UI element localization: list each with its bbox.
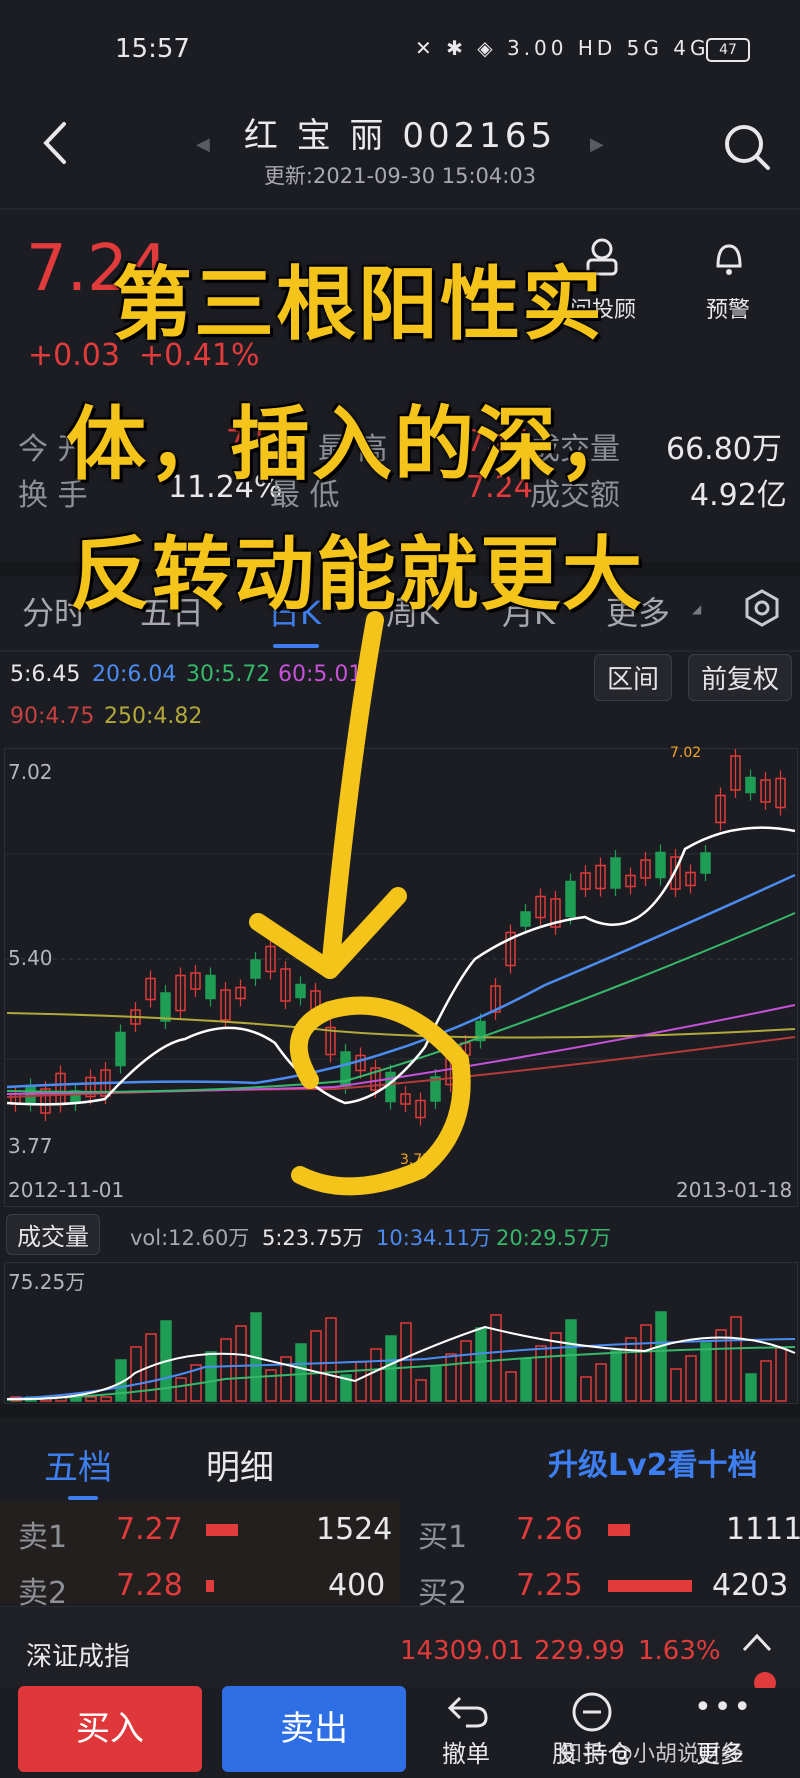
alert-label: 预警 bbox=[706, 298, 751, 323]
search-icon bbox=[725, 125, 770, 170]
bid1-label: 买1 bbox=[418, 1520, 468, 1555]
volume-bar bbox=[595, 1363, 607, 1402]
chevron-up-icon bbox=[742, 1633, 772, 1652]
vol-ma20: 20:29.57万 bbox=[496, 1226, 611, 1250]
volume-bar bbox=[730, 1316, 742, 1402]
volume-bar bbox=[100, 1396, 112, 1402]
cancel-order-button[interactable] bbox=[446, 1690, 490, 1734]
vol-ma10: 10:34.11万 bbox=[376, 1226, 491, 1250]
volume-bar bbox=[520, 1358, 532, 1402]
volume-bar bbox=[610, 1350, 622, 1402]
more-dots-icon[interactable]: ••• bbox=[694, 1690, 753, 1725]
amount-value: 4.92亿 bbox=[690, 478, 787, 513]
alert-button[interactable] bbox=[712, 238, 746, 282]
vol-ma5: 5:23.75万 bbox=[262, 1226, 364, 1250]
ask1-label: 卖1 bbox=[18, 1520, 68, 1555]
volume-bar bbox=[85, 1396, 97, 1402]
volume-bar bbox=[580, 1376, 592, 1402]
overlay-arrow-circle bbox=[249, 611, 471, 1196]
overlay-text-line1: 第三根阳性实 bbox=[112, 258, 604, 351]
divider bbox=[0, 1404, 800, 1418]
page-title: 红 宝 丽 002165 bbox=[243, 116, 557, 156]
overlay-text-line2: 体，插入的深， bbox=[66, 398, 640, 491]
overlay-circle bbox=[289, 996, 471, 1196]
upgrade-link[interactable]: 升级Lv2看十档 bbox=[548, 1440, 758, 1484]
cancel-order-label: 撤单 bbox=[442, 1740, 490, 1768]
divider bbox=[0, 208, 800, 210]
volume-bar bbox=[205, 1351, 217, 1402]
index-name: 深证成指 bbox=[26, 1642, 131, 1672]
holdings-button[interactable] bbox=[570, 1690, 614, 1738]
bid1-price: 7.26 bbox=[516, 1512, 583, 1547]
volume-bar bbox=[430, 1366, 442, 1402]
volume-bar bbox=[325, 1317, 337, 1402]
volume-selector[interactable]: 成交量 bbox=[6, 1214, 100, 1255]
volume-bar bbox=[220, 1338, 232, 1402]
clock: 15:57 bbox=[115, 34, 190, 64]
vol-y-top: 75.25万 bbox=[8, 1270, 86, 1294]
volume-bar bbox=[445, 1353, 457, 1402]
bid2-price: 7.25 bbox=[516, 1568, 583, 1603]
volume-bar bbox=[535, 1345, 547, 1402]
ask2-bar bbox=[206, 1580, 214, 1592]
volume-bar bbox=[655, 1311, 667, 1402]
depth-tab-indicator bbox=[68, 1496, 98, 1500]
volume-value: 66.80万 bbox=[666, 432, 782, 467]
vol-value: vol:12.60万 bbox=[130, 1226, 250, 1250]
status-bar: 15:57 ✕ ✱ ◈ 3.00 HD 5G 4G 47 bbox=[0, 0, 800, 100]
ask2-qty: 400 bbox=[328, 1568, 386, 1603]
volume-bar bbox=[175, 1377, 187, 1402]
volume-bar bbox=[265, 1369, 277, 1402]
tab-five-levels[interactable]: 五档 bbox=[44, 1440, 112, 1489]
volume-svg bbox=[6, 1311, 796, 1402]
volume-bar bbox=[415, 1379, 427, 1402]
undo-icon bbox=[447, 1696, 488, 1728]
volume-bar bbox=[235, 1325, 247, 1402]
expand-button[interactable] bbox=[740, 1628, 774, 1662]
volume-bar bbox=[745, 1373, 757, 1402]
volume-bar bbox=[775, 1347, 787, 1402]
volume-bar bbox=[505, 1371, 517, 1402]
index-change: 229.99 bbox=[534, 1636, 625, 1666]
minus-circle-icon bbox=[572, 1692, 612, 1732]
bid1-qty: 1111 bbox=[726, 1512, 800, 1547]
update-time: 更新:2021-09-30 15:04:03 bbox=[263, 164, 537, 188]
battery-icon: 47 bbox=[706, 38, 750, 62]
sell-button[interactable]: 卖出 bbox=[222, 1686, 406, 1772]
volume-bar bbox=[640, 1324, 652, 1402]
ask1-bar bbox=[206, 1524, 238, 1536]
index-pct: 1.63% bbox=[638, 1636, 721, 1666]
index-value: 14309.01 bbox=[400, 1636, 525, 1666]
volume-bar bbox=[625, 1337, 637, 1402]
volume-bar bbox=[400, 1322, 412, 1402]
watermark-text: 知乎 @小胡说财经 bbox=[560, 1742, 743, 1767]
ask1-qty: 1524 bbox=[316, 1512, 393, 1547]
volume-bar bbox=[295, 1343, 307, 1402]
bid1-bar bbox=[608, 1524, 630, 1536]
buy-button[interactable]: 买入 bbox=[18, 1686, 202, 1772]
ask1-price: 7.27 bbox=[116, 1512, 183, 1547]
volume-bar bbox=[565, 1319, 577, 1402]
volume-bar bbox=[475, 1327, 487, 1402]
volume-bar bbox=[310, 1330, 322, 1402]
volume-bar bbox=[700, 1342, 712, 1402]
ask2-price: 7.28 bbox=[116, 1568, 183, 1603]
status-icons: ✕ ✱ ◈ 3.00 HD 5G 4G bbox=[415, 36, 710, 60]
volume-bar bbox=[460, 1340, 472, 1402]
volume-bar bbox=[685, 1355, 697, 1402]
bid2-qty: 4203 bbox=[712, 1568, 789, 1603]
volume-bar bbox=[550, 1332, 562, 1402]
search-button[interactable] bbox=[722, 122, 772, 176]
volume-chart[interactable] bbox=[4, 1262, 798, 1404]
volume-bar bbox=[355, 1361, 367, 1402]
volume-bar bbox=[370, 1348, 382, 1402]
tab-detail[interactable]: 明细 bbox=[206, 1440, 274, 1489]
volume-bar bbox=[760, 1360, 772, 1402]
bell-icon bbox=[716, 244, 742, 275]
bid2-bar bbox=[608, 1580, 692, 1592]
volume-bar bbox=[670, 1368, 682, 1402]
